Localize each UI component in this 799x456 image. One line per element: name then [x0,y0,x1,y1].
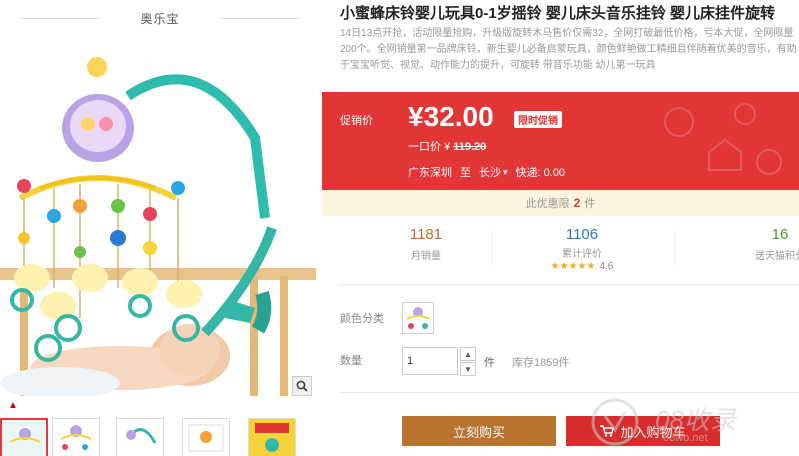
main-product-image[interactable] [0,38,316,396]
price-panel: 促销价 ¥32.00 限时促销 一口价 ¥ 119.20 广东深圳 至 长沙 ▾… [322,92,799,190]
reviews-value: 1106 [565,226,599,243]
buy-now-button[interactable]: 立刻购买 [402,416,556,446]
watermark-logo-icon [591,398,639,446]
star-icons: ★★★★★ [550,261,596,272]
product-page: 奥乐宝 ▲ 小蜜蜂床铃婴儿玩具0-1岁摇铃 婴儿床头音乐挂铃 婴儿床挂件旋转 1… [0,0,799,456]
points-label: 送天猫积分 [755,251,799,262]
divider [674,230,675,266]
watermark-subtext: 08wo.net [663,432,708,444]
rating-stars: ★★★★★ 4.6 [522,261,642,272]
shipping-fee: 快递: 0.00 [515,167,566,179]
reviews-label: 累计评价 [562,249,602,260]
reviews-stat[interactable]: 1106 累计评价 ★★★★★ 4.6 [522,226,642,272]
chevron-down-icon: ▼ [464,364,472,374]
quantity-decrease-button[interactable]: ▼ [460,362,476,376]
original-price-row: 一口价 ¥ 119.20 [408,138,486,154]
thumbnail-4[interactable] [182,418,230,456]
points-value: 16 [771,226,789,243]
stock-count: 库存1859件 [512,357,570,369]
thumbnail-2[interactable] [52,418,100,456]
limit-prefix: 此优惠限 [525,198,570,210]
original-price-label: 一口价 [408,141,441,153]
original-price-currency: ¥ [444,141,451,153]
chevron-up-icon: ▲ [464,349,472,359]
thumbnail-3[interactable] [116,418,164,456]
promo-price: ¥32.00 [408,101,494,132]
rating-value: 4.6 [599,261,614,272]
magnifier-icon [296,380,308,392]
shipping-row: 广东深圳 至 长沙 ▾ 快递: 0.00 [408,164,565,180]
brand-name[interactable]: 奥乐宝 [140,10,179,27]
product-info: 小蜜蜂床铃婴儿玩具0-1岁摇铃 婴儿床头音乐挂铃 婴儿床挂件旋转 14日13点开… [322,0,799,456]
thumbnail-5[interactable] [248,418,296,456]
ship-to-label: 至 [460,167,471,179]
original-price: 119.20 [453,141,487,153]
quantity-label: 数量 [340,355,362,367]
destination-city: 长沙 [479,167,501,179]
divider [340,392,799,393]
ship-from: 广东深圳 [408,167,452,179]
decorative-pattern [664,103,782,175]
color-option-label: 颜色分类 [340,313,384,325]
brand-header: 奥乐宝 [0,6,320,30]
quantity-unit: 件 [484,357,495,369]
destination-select[interactable]: 长沙 ▾ [479,164,508,180]
color-option-swatch[interactable] [402,302,434,334]
quantity-input[interactable]: 1 [402,347,458,375]
monthly-sales-value: 1181 [409,226,443,243]
stats-row: 1181 月销量 1106 累计评价 ★★★★★4.6 16 送天猫积分 [322,218,799,278]
thumbnail-strip: ▲ [0,400,320,456]
product-subtitle: 14日13点开抢，活动限量抢购，升级版旋转木马售价仅需32，全网打破最低价格，亏… [340,28,797,71]
divider [492,230,493,266]
promo-price-label: 促销价 [340,115,373,127]
site-watermark: 08收录 08wo.net [585,396,785,450]
monthly-sales-stat: 1181 月销量 [366,226,486,262]
limit-count: 2 [573,196,581,210]
triangle-up-icon[interactable]: ▲ [8,400,18,411]
thumbnail-1[interactable] [0,418,48,456]
purchase-limit-bar: 此优惠限 2 件 [322,190,799,216]
monthly-sales-label: 月销量 [411,251,441,262]
points-stat: 16 送天猫积分 [720,226,799,262]
limited-promo-badge: 限时促销 [514,111,562,128]
zoom-button[interactable] [292,376,312,396]
quantity-increase-button[interactable]: ▲ [460,347,476,361]
divider [340,284,799,285]
product-title: 小蜜蜂床铃婴儿玩具0-1岁摇铃 婴儿床头音乐挂铃 婴儿床挂件旋转 [340,5,776,22]
limit-suffix: 件 [584,198,596,210]
product-gallery: 奥乐宝 ▲ [0,0,320,456]
chevron-down-icon: ▾ [503,166,508,177]
